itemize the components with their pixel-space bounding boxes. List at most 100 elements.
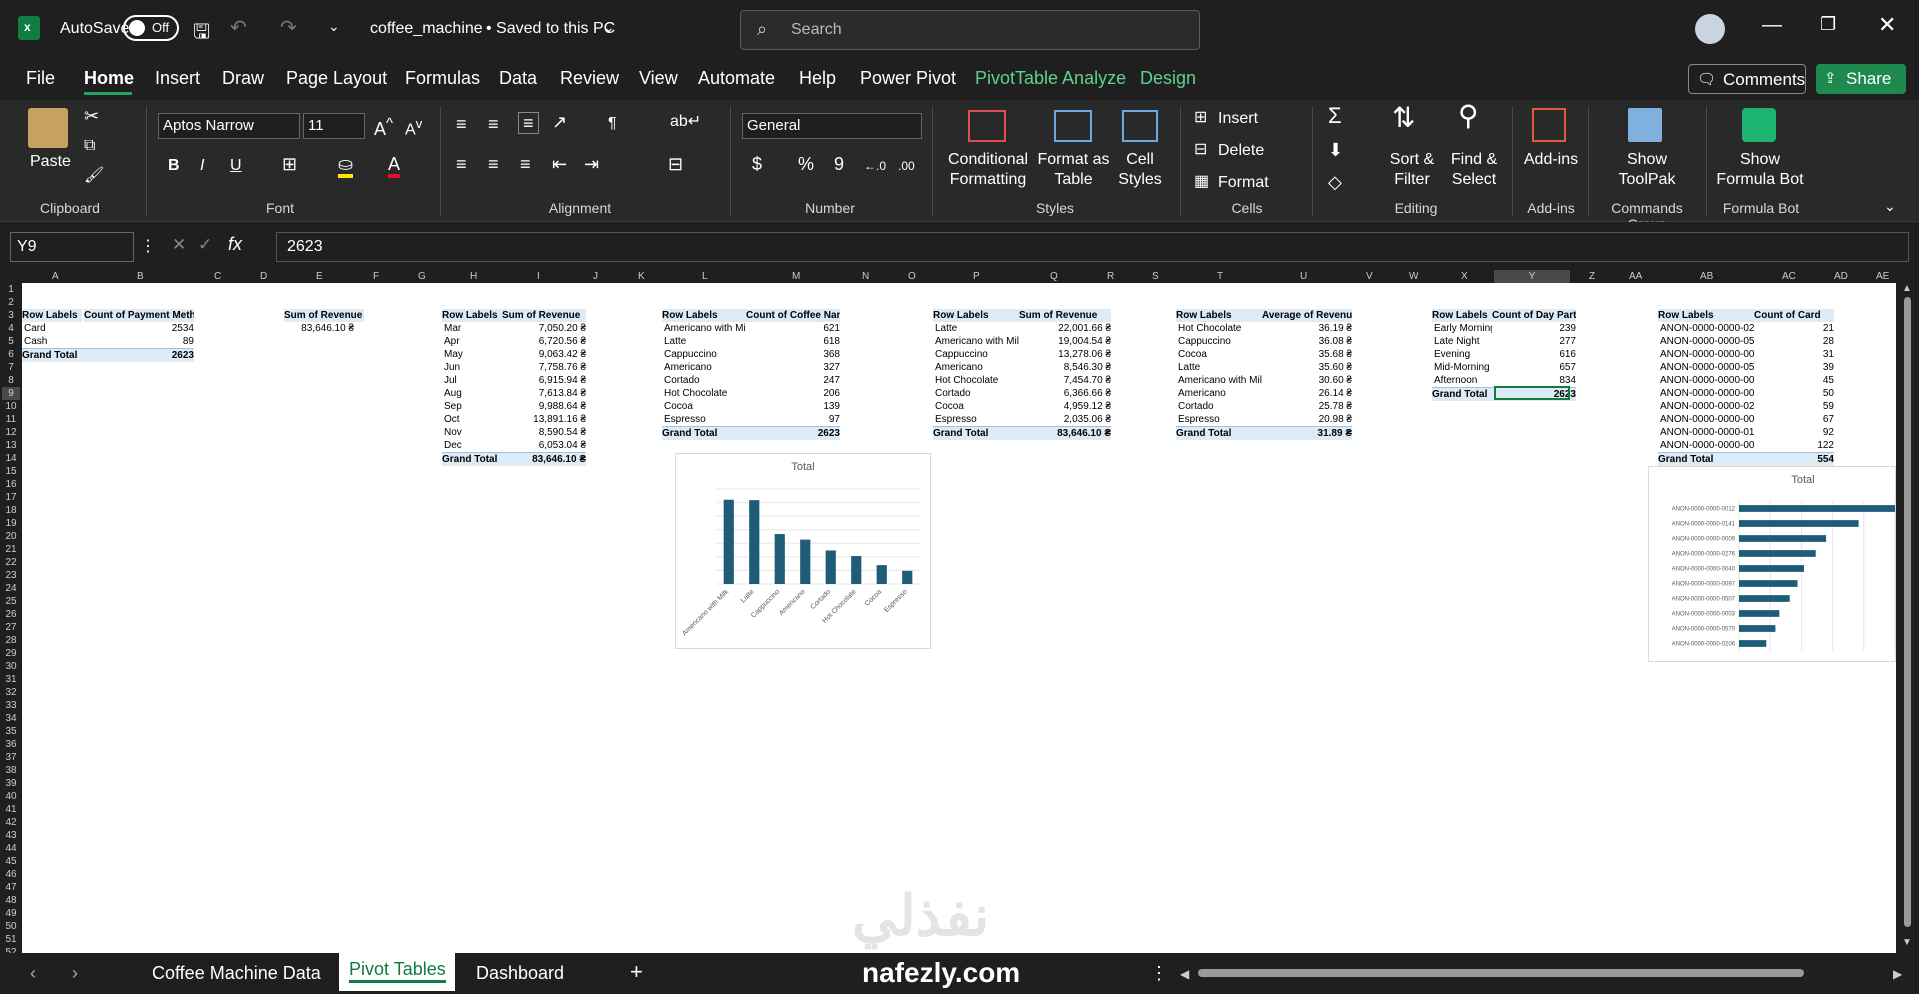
minimize-icon[interactable]: — bbox=[1762, 14, 1782, 37]
pivot-row-value[interactable]: 59 bbox=[1754, 400, 1834, 413]
currency-icon[interactable]: $ bbox=[752, 154, 762, 174]
pivot-row-label[interactable]: Cocoa bbox=[935, 400, 1019, 413]
restore-icon[interactable]: ❐ bbox=[1820, 14, 1836, 35]
format-cells-icon[interactable]: ▦ bbox=[1194, 172, 1209, 192]
pivot-row-value[interactable]: 2,035.06 ₴ bbox=[1019, 413, 1111, 426]
pivot-row-value[interactable]: 4,959.12 ₴ bbox=[1019, 400, 1111, 413]
col-u[interactable]: U bbox=[1300, 270, 1307, 283]
pivot-row-value[interactable]: 2534 bbox=[84, 322, 194, 335]
next-sheet-icon[interactable]: › bbox=[72, 963, 78, 984]
tab-review[interactable]: Review bbox=[560, 68, 619, 89]
pivot-row-value[interactable]: 30.60 ₴ bbox=[1262, 374, 1352, 387]
copy-icon[interactable]: ⧉ bbox=[84, 136, 95, 156]
col-z[interactable]: Z bbox=[1589, 270, 1595, 283]
row-header[interactable]: 2 bbox=[2, 296, 20, 309]
pivot-row-value[interactable]: 8,546.30 ₴ bbox=[1019, 361, 1111, 374]
pivot-header-value[interactable]: Count of Day Part bbox=[1492, 309, 1576, 322]
pivot-row-value[interactable]: 13,278.06 ₴ bbox=[1019, 348, 1111, 361]
sort-filter-icon[interactable]: ⇅ bbox=[1392, 104, 1415, 132]
pivot-row-label[interactable]: Cappuccino bbox=[935, 348, 1019, 361]
row-header[interactable]: 3 bbox=[2, 309, 20, 322]
pivot-row-label[interactable]: ANON-0000-0000-0570 bbox=[1660, 335, 1754, 348]
col-b[interactable]: B bbox=[137, 270, 144, 283]
pivot-grand-total-label[interactable]: Grand Total bbox=[442, 452, 502, 466]
pivot-grand-total-value[interactable]: 2623 bbox=[746, 426, 840, 440]
col-a[interactable]: A bbox=[52, 270, 59, 283]
pivot-row-value[interactable]: 122 bbox=[1754, 439, 1834, 452]
row-header[interactable]: 22 bbox=[2, 556, 20, 569]
autosave-toggle[interactable]: Off bbox=[123, 15, 179, 41]
pivot-row-value[interactable]: 97 bbox=[746, 413, 840, 426]
row-header[interactable]: 39 bbox=[2, 777, 20, 790]
col-ae[interactable]: AE bbox=[1876, 270, 1889, 283]
pivot-grand-total-label[interactable]: Grand Total bbox=[933, 426, 1019, 440]
align-center-icon[interactable]: ≡ bbox=[488, 154, 499, 174]
pivot-header-value[interactable]: Sum of Revenue bbox=[502, 309, 586, 322]
comma-icon[interactable]: 9 bbox=[834, 154, 844, 174]
pivot-sum-value[interactable]: 83,646.10 ₴ bbox=[284, 322, 354, 335]
row-header[interactable]: 6 bbox=[2, 348, 20, 361]
scroll-down-icon[interactable]: ▼ bbox=[1902, 937, 1912, 948]
pivot-row-label[interactable]: Americano with Milk bbox=[1178, 374, 1262, 387]
more-options-icon[interactable]: ⋮ bbox=[1150, 963, 1168, 984]
pivot-row-label[interactable]: Americano bbox=[1178, 387, 1262, 400]
pivot-row-label[interactable]: Latte bbox=[1178, 361, 1262, 374]
scroll-left-icon[interactable]: ◀ bbox=[1180, 967, 1189, 981]
pivot-row-label[interactable]: Evening bbox=[1434, 348, 1492, 361]
shrink-font-icon[interactable]: Av bbox=[405, 114, 422, 140]
pivot-row-label[interactable]: Cappuccino bbox=[664, 348, 746, 361]
row-header[interactable]: 41 bbox=[2, 803, 20, 816]
row-header[interactable]: 5 bbox=[2, 335, 20, 348]
formula-input[interactable]: 2623 bbox=[276, 232, 1909, 262]
pivot-row-value[interactable]: 8,590.54 ₴ bbox=[502, 426, 586, 439]
pivot-grand-total-value[interactable]: 83,646.10 ₴ bbox=[1019, 426, 1111, 440]
pivot-header-value[interactable]: Count of Coffee Name bbox=[746, 309, 840, 322]
orientation-icon[interactable]: ↗ bbox=[552, 112, 567, 132]
row-header[interactable]: 36 bbox=[2, 738, 20, 751]
horizontal-scroll-thumb[interactable] bbox=[1198, 969, 1804, 977]
row-header[interactable]: 51 bbox=[2, 933, 20, 946]
pivot-row-label[interactable]: Espresso bbox=[664, 413, 746, 426]
pivot-row-label[interactable]: Cocoa bbox=[1178, 348, 1262, 361]
row-header[interactable]: 37 bbox=[2, 751, 20, 764]
conditional-formatting-label[interactable]: Conditional Formatting bbox=[948, 150, 1028, 190]
pivot-grand-total-label[interactable]: Grand Total bbox=[22, 348, 84, 362]
row-header[interactable]: 23 bbox=[2, 569, 20, 582]
vertical-scroll-thumb[interactable] bbox=[1904, 297, 1911, 927]
row-header[interactable]: 7 bbox=[2, 361, 20, 374]
row-header[interactable]: 14 bbox=[2, 452, 20, 465]
name-box[interactable]: Y9 bbox=[10, 232, 134, 262]
row-header[interactable]: 21 bbox=[2, 543, 20, 556]
format-as-table-label[interactable]: Format as Table bbox=[1036, 150, 1111, 190]
collapse-ribbon-icon[interactable]: ⌄ bbox=[1884, 196, 1896, 216]
cell-styles-icon[interactable] bbox=[1122, 110, 1158, 142]
save-icon[interactable]: 🖫 bbox=[193, 17, 210, 51]
pivot-row-value[interactable]: 9,063.42 ₴ bbox=[502, 348, 586, 361]
col-t[interactable]: T bbox=[1217, 270, 1223, 283]
pivot-row-label[interactable]: Mid-Morning bbox=[1434, 361, 1492, 374]
row-header[interactable]: 31 bbox=[2, 673, 20, 686]
comments-button[interactable]: 🗨 Comments bbox=[1688, 64, 1806, 94]
tab-pivottable-analyze[interactable]: PivotTable Analyze bbox=[975, 68, 1126, 89]
pivot-row-value[interactable]: 31 bbox=[1754, 348, 1834, 361]
col-y[interactable]: Y bbox=[1494, 270, 1570, 283]
row-header[interactable]: 26 bbox=[2, 608, 20, 621]
selected-cell[interactable] bbox=[1494, 386, 1570, 400]
pivot-row-label[interactable]: ANON-0000-0000-0003 bbox=[1660, 348, 1754, 361]
row-header[interactable]: 12 bbox=[2, 426, 20, 439]
pivot-header-row-labels[interactable]: Row Labels bbox=[662, 309, 746, 322]
pivot-row-label[interactable]: May bbox=[444, 348, 502, 361]
col-l[interactable]: L bbox=[702, 270, 708, 283]
sheet-tab-dashboard[interactable]: Dashboard bbox=[476, 963, 564, 984]
row-header[interactable]: 47 bbox=[2, 881, 20, 894]
pivot-row-label[interactable]: Sep bbox=[444, 400, 502, 413]
row-header[interactable]: 35 bbox=[2, 725, 20, 738]
pivot-grand-total-value[interactable]: 554 bbox=[1754, 452, 1834, 466]
pivot-grand-total-value[interactable]: 2623 bbox=[84, 348, 194, 362]
col-x[interactable]: X bbox=[1461, 270, 1468, 283]
borders-icon[interactable]: ⊞ bbox=[282, 154, 297, 174]
pivot-row-label[interactable]: ANON-0000-0000-0206 bbox=[1660, 322, 1754, 335]
row-header[interactable]: 29 bbox=[2, 647, 20, 660]
save-status[interactable]: • Saved to this PC bbox=[486, 20, 615, 38]
col-o[interactable]: O bbox=[908, 270, 916, 283]
